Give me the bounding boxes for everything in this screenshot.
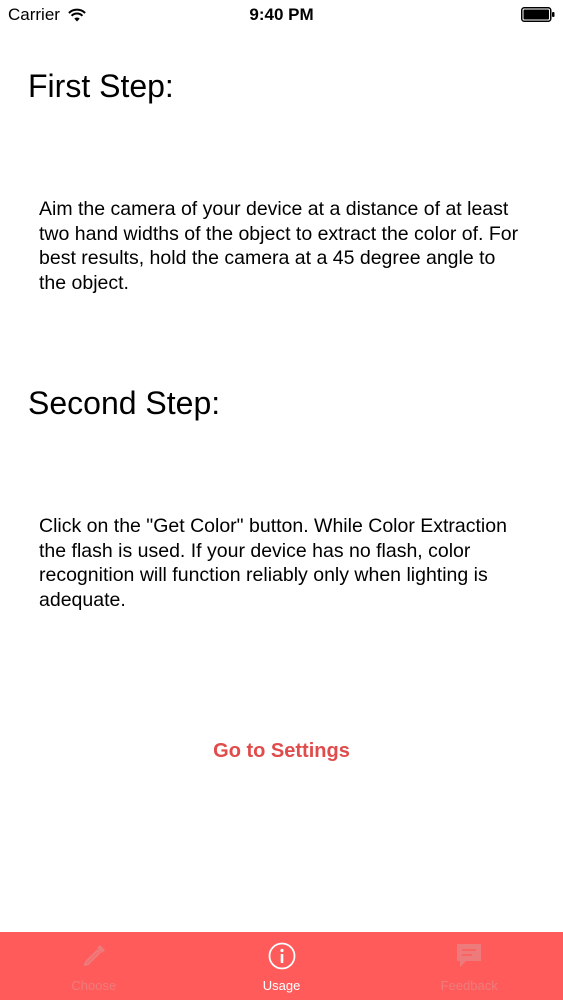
first-step-title: First Step: (28, 68, 174, 104)
tab-bar: Choose Usage Feedback (0, 932, 563, 1000)
tab-usage[interactable]: Usage (188, 932, 376, 1000)
tab-feedback[interactable]: Feedback (375, 932, 563, 1000)
usage-screen: Carrier 9:40 PM First Step: Aim the came… (0, 0, 563, 1000)
tab-feedback-label: Feedback (440, 978, 498, 993)
second-step-text: Click on the "Get Color" button. While C… (39, 515, 507, 611)
status-bar: Carrier 9:40 PM (0, 0, 563, 30)
status-time: 9:40 PM (249, 5, 314, 24)
eyedropper-icon (83, 945, 105, 967)
info-icon (268, 942, 295, 970)
first-step-text: Aim the camera of your device at a dista… (39, 198, 519, 294)
go-to-settings-button[interactable]: Go to Settings (0, 740, 563, 763)
tab-choose[interactable]: Choose (0, 932, 188, 1000)
second-step-title: Second Step: (28, 385, 221, 421)
tab-choose-label: Choose (71, 978, 117, 993)
tab-usage-label: Usage (262, 978, 301, 993)
speech-bubble-icon (457, 944, 482, 967)
battery-icon (521, 7, 555, 22)
